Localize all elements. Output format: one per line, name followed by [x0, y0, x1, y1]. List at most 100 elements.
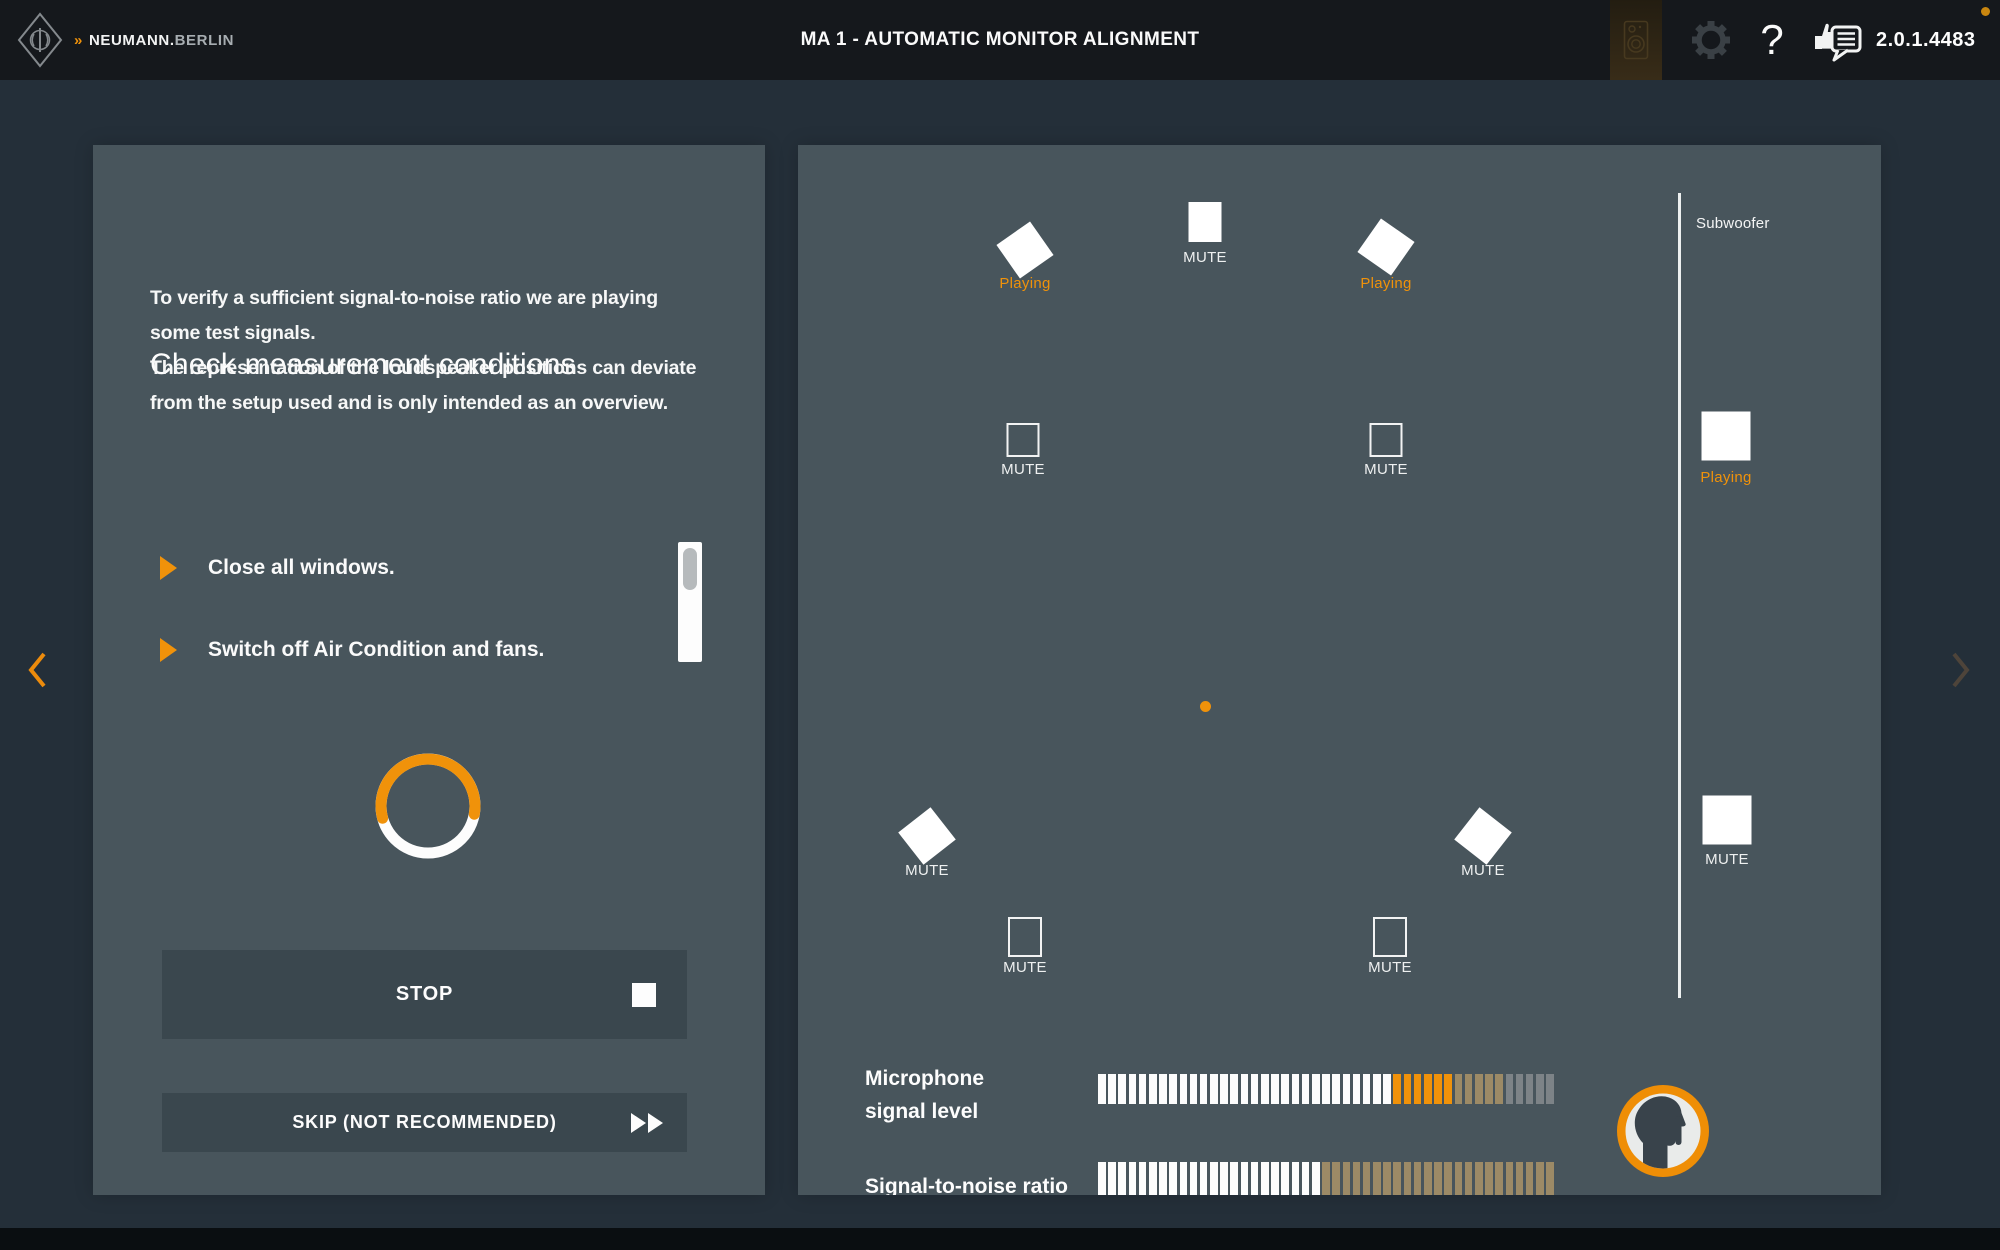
meter-segment-tan [1455, 1162, 1463, 1195]
checklist-item: Close all windows. [160, 553, 395, 583]
meter-segment-tan [1506, 1162, 1514, 1195]
snr-label: Signal-to-noise ratio [865, 1170, 1068, 1195]
meter-segment-white [1271, 1074, 1279, 1104]
meter-segment-tan [1485, 1074, 1493, 1104]
help-question-icon[interactable]: ? [1752, 0, 1792, 80]
meter-segment-tan [1485, 1162, 1493, 1195]
bullet-arrow-icon [160, 556, 177, 580]
meter-segment-white [1302, 1162, 1310, 1195]
snr-meter [1098, 1162, 1556, 1195]
meter-segment-white [1251, 1162, 1259, 1195]
speaker-icon [1357, 218, 1414, 275]
skip-button[interactable]: SKIP (NOT RECOMMENDED) [162, 1093, 687, 1152]
speaker-icon [1454, 807, 1512, 865]
version-label: 2.0.1.4483 [1876, 0, 1976, 80]
meter-segment-white [1139, 1162, 1147, 1195]
meter-segment-white [1169, 1074, 1177, 1104]
meter-segment-tan [1373, 1162, 1381, 1195]
stop-square-icon [632, 983, 656, 1007]
meter-segment-tan [1404, 1162, 1412, 1195]
meter-segment-white [1190, 1074, 1198, 1104]
meter-segment-tan [1393, 1162, 1401, 1195]
meter-segment-white [1281, 1074, 1289, 1104]
meter-segment-white [1292, 1074, 1300, 1104]
speaker-icon [1373, 917, 1407, 957]
feedback-icon[interactable] [1811, 17, 1865, 63]
meter-segment-white [1343, 1074, 1351, 1104]
meter-segment-white [1230, 1074, 1238, 1104]
meter-segment-white [1332, 1074, 1340, 1104]
subwoofer-heading: Subwoofer [1696, 215, 1770, 232]
speaker-state-label: Playing [1700, 469, 1751, 486]
speaker-state-label: MUTE [1368, 959, 1412, 976]
meter-segment-white [1373, 1074, 1381, 1104]
speaker-icon [1370, 423, 1403, 457]
meter-segment-white [1322, 1074, 1330, 1104]
meter-segment-white [1180, 1074, 1188, 1104]
meter-segment-white [1098, 1074, 1106, 1104]
meter-segment-tan [1475, 1162, 1483, 1195]
meter-segment-white [1200, 1162, 1208, 1195]
meter-segment-tan [1343, 1162, 1351, 1195]
meter-segment-white [1220, 1162, 1228, 1195]
meter-segment-tan [1383, 1162, 1391, 1195]
meter-segment-white [1108, 1074, 1116, 1104]
meter-segment-white [1230, 1162, 1238, 1195]
speaker-state-label: MUTE [1001, 461, 1045, 478]
stop-button[interactable]: STOP [162, 950, 687, 1039]
meter-segment-white [1129, 1074, 1137, 1104]
chevron-left-icon[interactable] [26, 650, 50, 690]
meter-segment-white [1118, 1074, 1126, 1104]
speaker-icon [1189, 202, 1222, 242]
scrollbar-thumb[interactable] [683, 548, 697, 590]
meter-segment-white [1129, 1162, 1137, 1195]
listening-position-dot [1200, 701, 1211, 712]
progress-spinner [368, 746, 488, 866]
meter-segment-white [1241, 1162, 1249, 1195]
meter-segment-tan [1536, 1162, 1544, 1195]
meter-segment-white [1169, 1162, 1177, 1195]
speaker-icon [1007, 423, 1040, 457]
measurement-conditions-panel: Check measurement conditions To verify a… [93, 145, 765, 1195]
settings-gear-icon[interactable] [1691, 20, 1731, 60]
bottom-strip [0, 1228, 2000, 1250]
meter-segment-white [1251, 1074, 1259, 1104]
meter-segment-white [1159, 1074, 1167, 1104]
meter-segment-white [1159, 1162, 1167, 1195]
meter-segment-white [1190, 1162, 1198, 1195]
meter-segment-white [1353, 1074, 1361, 1104]
meter-segment-tan [1526, 1162, 1534, 1195]
meter-segment-gray [1546, 1074, 1554, 1104]
meter-segment-white [1312, 1162, 1320, 1195]
speaker-map-panel: Playing MUTE Playing MUTE MUTE MUTE MUTE [798, 145, 1881, 1195]
meter-segment-tan [1444, 1162, 1452, 1195]
quiet-please-icon [1613, 1081, 1713, 1181]
panel-description: To verify a sufficient signal-to-noise r… [150, 281, 712, 421]
microphone-level-meter [1098, 1074, 1556, 1104]
subwoofer-icon [1702, 412, 1751, 461]
meter-segment-white [1383, 1074, 1391, 1104]
meter-segment-white [1149, 1074, 1157, 1104]
chevron-right-icon[interactable] [1948, 650, 1972, 690]
meter-segment-white [1363, 1074, 1371, 1104]
meter-segment-white [1271, 1162, 1279, 1195]
meter-segment-tan [1322, 1162, 1330, 1195]
speaker-state-label: MUTE [1183, 249, 1227, 266]
meter-segment-gray [1526, 1074, 1534, 1104]
meter-segment-white [1281, 1162, 1289, 1195]
meter-segment-tan [1414, 1162, 1422, 1195]
microphone-level-label: Microphone signal level [865, 1062, 984, 1128]
checklist-scrollbar[interactable] [678, 542, 702, 662]
meter-segment-gray [1536, 1074, 1544, 1104]
meter-segment-tan [1332, 1162, 1340, 1195]
meter-segment-tan [1465, 1074, 1473, 1104]
speaker-state-label: Playing [1360, 275, 1411, 292]
meter-segment-white [1312, 1074, 1320, 1104]
meter-segment-white [1210, 1074, 1218, 1104]
fast-forward-icon [629, 1113, 663, 1133]
meter-segment-tan [1495, 1074, 1503, 1104]
notification-dot [1981, 7, 1990, 16]
speaker-state-label: MUTE [1461, 862, 1505, 879]
monitor-button[interactable] [1610, 0, 1662, 80]
meter-segment-tan [1424, 1162, 1432, 1195]
